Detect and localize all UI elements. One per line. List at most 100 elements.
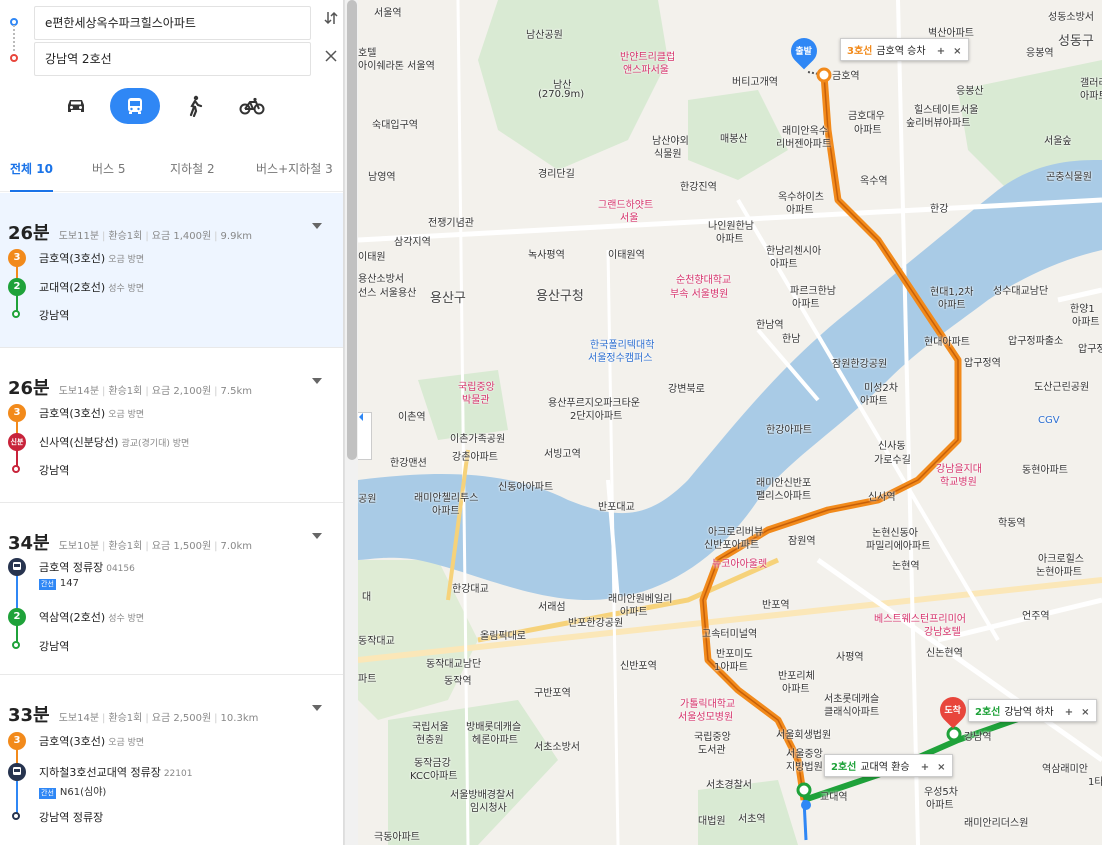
map-label: 신논현역	[926, 648, 963, 659]
map-label: 서울회생법원	[776, 730, 832, 741]
bus-stop-icon	[8, 558, 26, 576]
map-label: 파밀리에아파트	[866, 541, 931, 552]
boarding-callout[interactable]: 3호선 금호역 승차 + ×	[840, 38, 969, 61]
distance: 9.9km	[220, 231, 252, 242]
panel-scrollbar[interactable]	[344, 0, 358, 845]
destination-marker-icon	[10, 54, 18, 62]
origin-input[interactable]: e편한세상옥수파크힐스아파트	[34, 6, 311, 40]
result-summary: 26분 도보11분 | 환승1회 | 요금 1,400원 | 9.9km	[8, 223, 252, 244]
map-label: 식물원	[654, 149, 682, 160]
map-label: 서초경찰서	[706, 780, 752, 791]
tab-bus-subway[interactable]: 버스+지하철 3	[256, 160, 333, 177]
map-label: 용산구	[430, 291, 466, 306]
map-label: 박물관	[462, 395, 490, 406]
map-label: 남영역	[368, 172, 396, 183]
result-summary: 33분 도보14분 | 환승1회 | 요금 2,500원 | 10.3km	[8, 705, 259, 726]
route-result[interactable]: 34분 도보10분 | 환승1회 | 요금 1,500원 | 7.0km 금호역 정류장 04…	[0, 503, 343, 675]
mode-car-button[interactable]	[56, 88, 96, 124]
map-label: 성수대교남단	[993, 286, 1049, 297]
map-label: 압구정파출소	[1008, 336, 1064, 347]
expand-chevron-icon[interactable]	[312, 223, 322, 229]
mode-transit-button[interactable]	[110, 88, 160, 124]
map-label: CGV	[1038, 415, 1060, 426]
add-icon[interactable]: +	[1065, 707, 1073, 718]
map-label: 이촌가족공원	[450, 434, 506, 445]
result-summary: 34분 도보10분 | 환승1회 | 요금 1,500원 | 7.0km	[8, 533, 252, 554]
expand-chevron-icon[interactable]	[312, 705, 322, 711]
map-label: 신사역	[868, 492, 896, 503]
map-label: 아파트	[938, 300, 966, 311]
arrival-marker-icon	[12, 812, 20, 820]
map-label: 리버젠아파트	[776, 139, 832, 150]
transfer-count: 환승1회	[108, 231, 143, 242]
map-label: 숲리버뷰아파트	[906, 118, 971, 129]
map-label: 1아파트	[714, 662, 748, 673]
map-label: 교대역	[820, 792, 848, 803]
expand-chevron-icon[interactable]	[312, 533, 322, 539]
map-label: 서초소방서	[534, 742, 580, 753]
map-label: 서울	[620, 213, 639, 224]
destination-row: 강남역 2호선	[0, 39, 343, 76]
alighting-callout[interactable]: 2호선 강남역 하차 + ×	[968, 699, 1097, 722]
add-icon[interactable]: +	[937, 46, 945, 57]
map-label: 강남역	[964, 732, 992, 743]
map-label: 언주역	[1022, 611, 1050, 622]
map-label: 도서관	[698, 745, 726, 756]
map-label: 헤론아파트	[472, 735, 518, 746]
route-result[interactable]: 26분 도보11분 | 환승1회 | 요금 1,400원 | 9.9km 3 금호역(3호선)…	[0, 193, 343, 348]
map-label: KCC아파트	[410, 771, 458, 782]
destination-input[interactable]: 강남역 2호선	[34, 42, 311, 76]
close-icon[interactable]: ×	[953, 46, 961, 57]
swap-vertical-icon[interactable]	[320, 7, 342, 35]
map-label: 앤스파서울	[623, 65, 669, 76]
map-label: 구반포역	[534, 688, 571, 699]
map-label: 아파트	[792, 299, 820, 310]
map-label: 서울정수캠퍼스	[588, 353, 653, 364]
app-root: e편한세상옥수파크힐스아파트 강남역 2호선 전체 10 버스 5 지하철 2 …	[0, 0, 1102, 845]
line-3-badge: 3	[8, 249, 26, 267]
route-result[interactable]: 33분 도보14분 | 환승1회 | 요금 2,500원 | 10.3km 3 금호역(3호선…	[0, 675, 343, 845]
collapse-panel-button[interactable]	[358, 412, 372, 460]
segment-line	[16, 781, 18, 815]
map-label: 아파트	[1072, 317, 1100, 328]
directions-panel: e편한세상옥수파크힐스아파트 강남역 2호선 전체 10 버스 5 지하철 2 …	[0, 0, 344, 845]
map-label: 삼각지역	[394, 237, 431, 248]
map-label: 클래식아파트	[824, 707, 880, 718]
scrollbar-thumb[interactable]	[347, 0, 357, 460]
origin-row: e편한세상옥수파크힐스아파트	[0, 3, 343, 40]
map-label: 아파트	[620, 607, 648, 618]
transfer-callout[interactable]: 2호선 교대역 환승 + ×	[824, 754, 953, 777]
map-label: 공원	[358, 494, 377, 505]
map-label: 한강	[930, 204, 949, 215]
close-icon[interactable]	[320, 43, 342, 71]
tab-bus[interactable]: 버스 5	[92, 160, 126, 177]
mode-bike-button[interactable]	[232, 88, 272, 124]
map-label: 강남호텔	[924, 627, 961, 638]
map-label: 버티고개역	[732, 77, 778, 88]
add-icon[interactable]: +	[921, 762, 929, 773]
close-icon[interactable]: ×	[1081, 707, 1089, 718]
map-label: 신반포역	[620, 661, 657, 672]
tab-all[interactable]: 전체 10	[10, 160, 53, 192]
travel-time: 26분	[8, 223, 50, 244]
travel-time: 34분	[8, 533, 50, 554]
line-3-badge: 3	[8, 732, 26, 750]
map-label: 성동소방서	[1048, 12, 1094, 23]
map-label: 반포대교	[598, 502, 635, 513]
close-icon[interactable]: ×	[937, 762, 945, 773]
map-label: 강촌아파트	[452, 452, 498, 463]
map-canvas[interactable]: 서울역 남산공원 반얀트리클럽 앤스파서울 남산 (270.9m) 버티고개역 …	[358, 0, 1102, 845]
route-result[interactable]: 26분 도보14분 | 환승1회 | 요금 2,100원 | 7.5km 3 금호역(3호선)…	[0, 348, 343, 503]
map-label: 한남	[782, 334, 801, 345]
map-label: 용산구청	[536, 289, 584, 304]
travel-time: 26분	[8, 378, 50, 399]
arrival-marker-icon	[12, 310, 20, 318]
map-label: 역삼래미안	[1042, 764, 1088, 775]
expand-chevron-icon[interactable]	[312, 378, 322, 384]
mode-walk-button[interactable]	[175, 88, 215, 124]
segment-line	[16, 575, 18, 609]
tab-subway[interactable]: 지하철 2	[170, 160, 215, 177]
map-label: 아이쉐라톤 서울역	[358, 61, 435, 72]
map-label: 현충원	[416, 735, 444, 746]
map-label: 한강맨션	[390, 458, 427, 469]
